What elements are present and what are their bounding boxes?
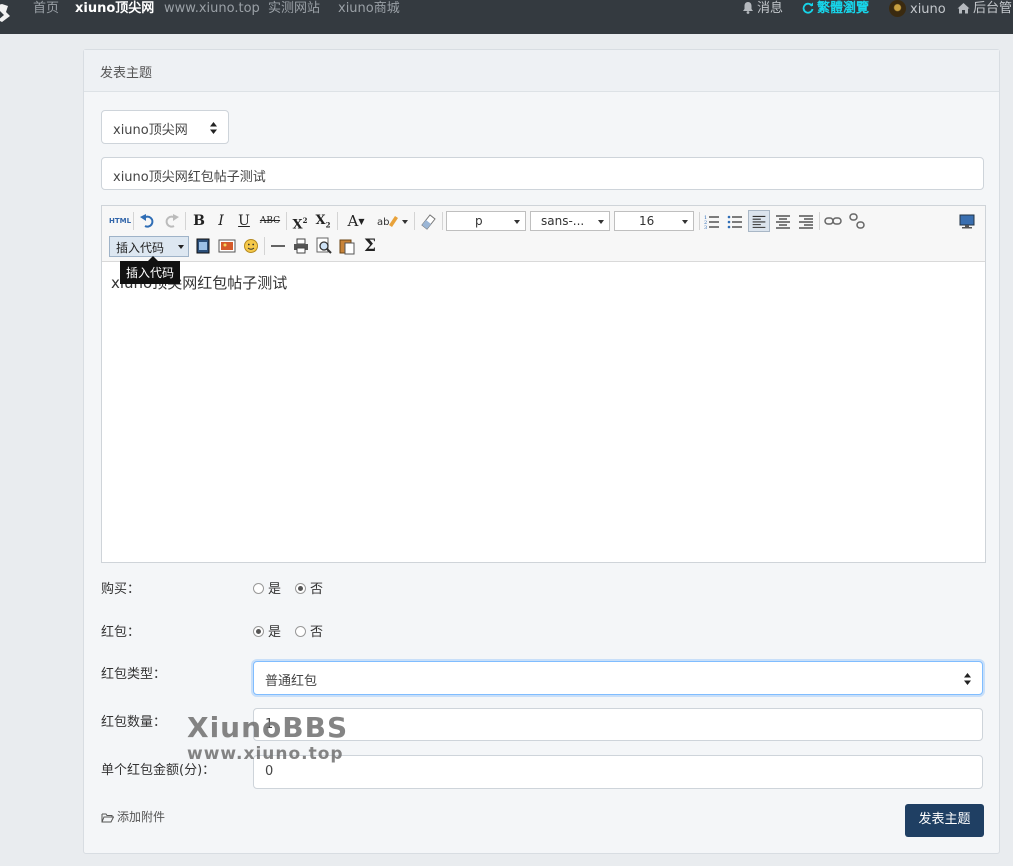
redpacket-no-label: 否 [310, 625, 324, 640]
redpacket-no-radio[interactable]: 否 [295, 621, 323, 640]
nav-url[interactable]: www.xiuno.top [164, 0, 260, 18]
nav-traditional-label: 繁體瀏覽 [817, 1, 870, 16]
font-select[interactable]: sans-... [530, 211, 610, 231]
svg-text:3: 3 [704, 225, 707, 231]
size-select[interactable]: 16 [614, 211, 694, 231]
html-source-icon[interactable]: HTML [109, 211, 131, 231]
link-icon[interactable] [823, 211, 843, 231]
ordered-list-icon[interactable]: 123 [703, 211, 721, 231]
horizontal-rule-icon[interactable] [269, 236, 287, 256]
chevron-down-icon [682, 220, 688, 224]
add-attachment-link[interactable]: 添加附件 [101, 808, 165, 825]
subject-input[interactable]: xiuno顶尖网红包帖子测试 [101, 157, 984, 190]
paragraph-value: p [475, 214, 483, 228]
nav-test-site[interactable]: 实测网站 [268, 0, 320, 18]
unlink-icon[interactable] [847, 211, 867, 231]
redpacket-count-input[interactable]: 1 [253, 708, 983, 741]
buy-yes-label: 是 [268, 582, 282, 597]
redo-icon[interactable] [162, 211, 180, 231]
subscript-icon[interactable]: X2 [314, 211, 332, 231]
redpacket-amount-input[interactable]: 0 [253, 755, 983, 789]
buy-label: 购买： [101, 582, 141, 597]
underline-icon[interactable]: U [235, 211, 253, 231]
buy-no-radio[interactable]: 否 [295, 578, 323, 597]
card-title: 发表主题 [84, 50, 999, 92]
video-icon[interactable] [194, 236, 212, 256]
svg-text:ab: ab [377, 217, 389, 228]
bell-icon [743, 2, 753, 14]
align-center-icon[interactable] [774, 211, 792, 231]
forum-select[interactable]: xiuno顶尖网 [101, 110, 229, 144]
highlight-icon[interactable]: ab [375, 211, 409, 231]
image-icon[interactable] [217, 236, 237, 256]
select-arrows-icon [210, 122, 217, 134]
subject-value: xiuno顶尖网红包帖子测试 [113, 170, 266, 185]
nav-messages[interactable]: 消息 [742, 0, 783, 18]
post-card: 发表主题 xiuno顶尖网 xiuno顶尖网红包帖子测试 HTML B I U … [83, 49, 1000, 854]
radio-off-icon [295, 626, 306, 637]
paste-icon[interactable] [338, 236, 356, 256]
redpacket-label: 红包： [101, 625, 141, 640]
nav-messages-label: 消息 [757, 1, 784, 16]
rich-text-editor: HTML B I U ABC X2 X2 A▼ ab p sans-... 16… [101, 205, 986, 563]
strikethrough-icon[interactable]: ABC [258, 211, 282, 231]
buy-no-label: 否 [310, 582, 324, 597]
eraser-icon[interactable] [418, 211, 438, 231]
tooltip: 插入代码 [120, 256, 181, 284]
nav-mall[interactable]: xiuno商城 [338, 0, 400, 18]
nav-site[interactable]: xiuno顶尖网 [75, 0, 154, 18]
forum-select-value: xiuno顶尖网 [113, 123, 188, 138]
redpacket-count-value: 1 [265, 717, 274, 732]
print-icon[interactable] [292, 236, 310, 256]
avatar [889, 0, 906, 17]
paragraph-select[interactable]: p [446, 211, 526, 231]
undo-icon[interactable] [139, 211, 157, 231]
chevron-down-icon [514, 220, 520, 224]
preview-icon[interactable] [315, 236, 333, 256]
align-left-icon[interactable] [748, 210, 770, 232]
emoji-icon[interactable] [242, 236, 260, 256]
top-navbar: 首页 xiuno顶尖网 www.xiuno.top 实测网站 xiuno商城 消… [0, 0, 1013, 34]
formula-icon[interactable]: Σ [361, 236, 379, 256]
nav-admin[interactable]: 后台管 [957, 0, 1012, 18]
radio-off-icon [253, 583, 264, 594]
insert-code-select[interactable]: 插入代码 [109, 236, 189, 257]
nav-home[interactable]: 首页 [33, 0, 59, 18]
radio-on-icon [253, 626, 264, 637]
redpacket-yes-label: 是 [268, 625, 282, 640]
superscript-icon[interactable]: X2 [291, 211, 309, 232]
redpacket-yes-radio[interactable]: 是 [253, 621, 281, 640]
unordered-list-icon[interactable] [726, 211, 744, 231]
redpacket-type-label: 红包类型： [101, 667, 167, 682]
redpacket-count-label: 红包数量： [101, 715, 167, 730]
nav-traditional[interactable]: 繁體瀏覽 [802, 0, 869, 18]
redpacket-type-value: 普通红包 [265, 674, 318, 689]
nav-username: xiuno [910, 2, 946, 17]
fullscreen-icon[interactable] [957, 211, 977, 231]
folder-open-icon [101, 813, 114, 823]
radio-on-icon [295, 583, 306, 594]
font-color-icon[interactable]: A▼ [342, 211, 370, 231]
home-icon [957, 3, 970, 14]
nav-user[interactable]: xiuno [889, 0, 946, 18]
redpacket-type-select[interactable]: 普通红包 [253, 661, 983, 695]
select-arrows-icon [964, 673, 971, 685]
add-attachment-label: 添加附件 [117, 810, 166, 824]
font-value: sans-... [541, 214, 585, 228]
redpacket-amount-value: 0 [265, 764, 274, 779]
chevron-down-icon [598, 220, 604, 224]
size-value: 16 [639, 214, 655, 228]
insert-code-label: 插入代码 [116, 241, 165, 255]
nav-admin-label: 后台管 [973, 1, 1013, 16]
logo-icon[interactable] [0, 2, 12, 24]
editor-toolbar: HTML B I U ABC X2 X2 A▼ ab p sans-... 16… [102, 206, 985, 284]
submit-button[interactable]: 发表主题 [905, 804, 984, 837]
bold-icon[interactable]: B [190, 211, 208, 231]
buy-yes-radio[interactable]: 是 [253, 578, 281, 597]
refresh-icon [802, 2, 814, 14]
italic-icon[interactable]: I [212, 211, 230, 231]
align-right-icon[interactable] [797, 211, 815, 231]
redpacket-amount-label: 单个红包金额(分)： [101, 763, 216, 778]
chevron-down-icon [178, 245, 184, 249]
